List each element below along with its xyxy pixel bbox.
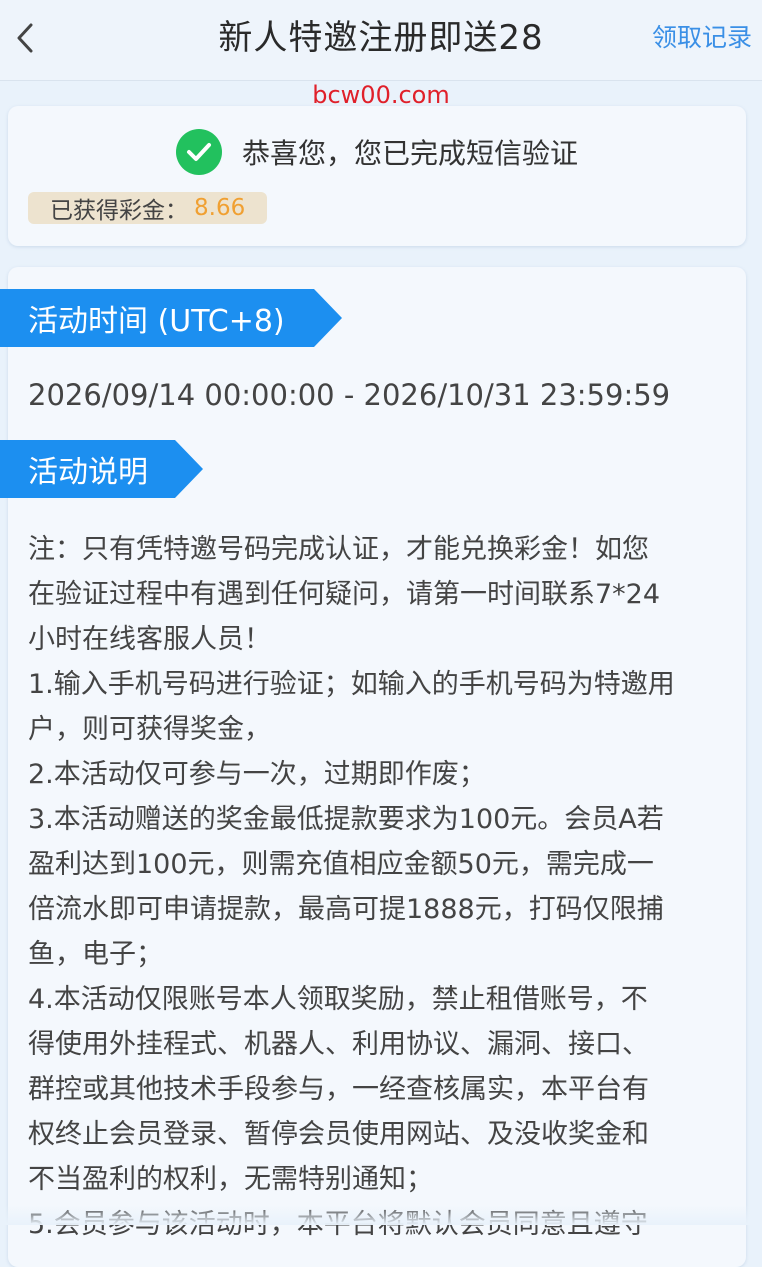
check-circle-icon [175,129,222,175]
description-line: 1.输入手机号码进行验证；如输入的手机号码为特邀用 [28,669,675,700]
verification-message: 恭喜您，您已完成短信验证 [241,137,578,170]
verification-status: 恭喜您，您已完成短信验证 [8,128,746,176]
top-bar: 新人特邀注册即送28 领取记录 [0,0,762,81]
description-line: 权终止会员登录、暂停会员使用网站、及没收奖金和 [28,1119,649,1150]
description-line: 4.本活动仅限账号本人领取奖励，禁止租借账号，不 [28,984,648,1015]
description-line: 注：只有凭特邀号码完成认证，才能兑换彩金！如您 [28,534,649,565]
activity-description-header: 活动说明 [0,440,203,498]
description-line: 在验证过程中有遇到任何疑问，请第一时间联系7*24 [28,579,661,610]
description-line: 不当盈利的权利，无需特别通知； [28,1164,433,1195]
prize-label: 已获得彩金： [50,198,188,224]
prize-badge: 已获得彩金： 8.66 [28,192,268,224]
bottom-fade [0,1205,762,1225]
description-line: 3.本活动赠送的奖金最低提款要求为100元。会员A若 [28,804,664,835]
activity-date-range: 2026/09/14 00:00:00 - 2026/10/31 23:59:5… [28,378,671,412]
description-line: 倍流水即可申请提款，最高可提1888元，打码仅限捕 [28,894,664,925]
description-line: 2.本活动仅可参与一次，过期即作废； [28,759,486,790]
description-line: 户，则可获得奖金， [28,714,271,745]
description-line: 盈利达到100元，则需充值相应金额50元，需完成一 [28,849,654,880]
description-line: 群控或其他技术手段参与，一经查核属实，本平台有 [28,1074,649,1105]
description-line: 得使用外挂程式、机器人、利用协议、漏洞、接口、 [28,1029,649,1060]
activity-card: 活动时间 (UTC+8) 2026/09/14 00:00:00 - 2026/… [8,267,746,1267]
claim-record-link[interactable]: 领取记录 [652,18,752,58]
verification-card: 恭喜您，您已完成短信验证 已获得彩金： 8.66 [8,106,746,246]
activity-time-header: 活动时间 (UTC+8) [0,289,342,347]
activity-description: 注：只有凭特邀号码完成认证，才能兑换彩金！如您 在验证过程中有遇到任何疑问，请第… [28,527,728,1247]
prize-amount: 8.66 [194,195,246,221]
description-line: 鱼，电子； [28,939,163,970]
description-line: 小时在线客服人员！ [28,624,271,655]
page-title: 新人特邀注册即送28 [218,18,544,58]
